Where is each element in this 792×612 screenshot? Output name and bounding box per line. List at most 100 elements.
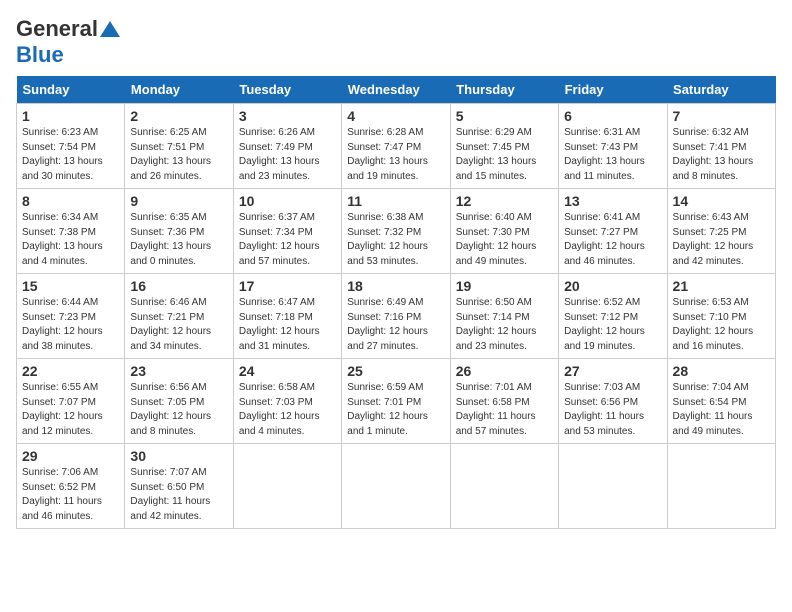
calendar-cell: 17 Sunrise: 6:47 AMSunset: 7:18 PMDaylig…: [233, 274, 341, 359]
day-info: Sunrise: 6:50 AMSunset: 7:14 PMDaylight:…: [456, 296, 553, 354]
day-number: 14: [673, 193, 770, 209]
calendar-cell: 1 Sunrise: 6:23 AMSunset: 7:54 PMDayligh…: [17, 104, 125, 189]
col-header-saturday: Saturday: [667, 76, 775, 104]
calendar-cell: 3 Sunrise: 6:26 AMSunset: 7:49 PMDayligh…: [233, 104, 341, 189]
calendar-cell: 25 Sunrise: 6:59 AMSunset: 7:01 PMDaylig…: [342, 359, 450, 444]
calendar-cell: 24 Sunrise: 6:58 AMSunset: 7:03 PMDaylig…: [233, 359, 341, 444]
day-number: 1: [22, 108, 119, 124]
calendar-cell: 5 Sunrise: 6:29 AMSunset: 7:45 PMDayligh…: [450, 104, 558, 189]
col-header-sunday: Sunday: [17, 76, 125, 104]
week-row-2: 8 Sunrise: 6:34 AMSunset: 7:38 PMDayligh…: [17, 189, 776, 274]
day-number: 13: [564, 193, 661, 209]
day-number: 20: [564, 278, 661, 294]
day-info: Sunrise: 6:23 AMSunset: 7:54 PMDaylight:…: [22, 126, 119, 184]
day-info: Sunrise: 6:44 AMSunset: 7:23 PMDaylight:…: [22, 296, 119, 354]
header: General Blue: [16, 16, 776, 68]
logo-general: General: [16, 16, 98, 42]
day-number: 11: [347, 193, 444, 209]
calendar-cell: [233, 444, 341, 529]
day-number: 26: [456, 363, 553, 379]
day-number: 18: [347, 278, 444, 294]
week-row-5: 29 Sunrise: 7:06 AMSunset: 6:52 PMDaylig…: [17, 444, 776, 529]
day-number: 27: [564, 363, 661, 379]
calendar-table: SundayMondayTuesdayWednesdayThursdayFrid…: [16, 76, 776, 529]
day-number: 24: [239, 363, 336, 379]
calendar-cell: 23 Sunrise: 6:56 AMSunset: 7:05 PMDaylig…: [125, 359, 233, 444]
calendar-cell: 6 Sunrise: 6:31 AMSunset: 7:43 PMDayligh…: [559, 104, 667, 189]
day-info: Sunrise: 7:07 AMSunset: 6:50 PMDaylight:…: [130, 466, 227, 524]
day-info: Sunrise: 7:04 AMSunset: 6:54 PMDaylight:…: [673, 381, 770, 439]
day-number: 10: [239, 193, 336, 209]
calendar-cell: 19 Sunrise: 6:50 AMSunset: 7:14 PMDaylig…: [450, 274, 558, 359]
calendar-cell: 9 Sunrise: 6:35 AMSunset: 7:36 PMDayligh…: [125, 189, 233, 274]
day-number: 21: [673, 278, 770, 294]
day-info: Sunrise: 6:58 AMSunset: 7:03 PMDaylight:…: [239, 381, 336, 439]
day-info: Sunrise: 6:52 AMSunset: 7:12 PMDaylight:…: [564, 296, 661, 354]
day-number: 25: [347, 363, 444, 379]
day-number: 5: [456, 108, 553, 124]
day-info: Sunrise: 6:32 AMSunset: 7:41 PMDaylight:…: [673, 126, 770, 184]
calendar-cell: 29 Sunrise: 7:06 AMSunset: 6:52 PMDaylig…: [17, 444, 125, 529]
col-header-friday: Friday: [559, 76, 667, 104]
day-info: Sunrise: 6:35 AMSunset: 7:36 PMDaylight:…: [130, 211, 227, 269]
day-info: Sunrise: 6:56 AMSunset: 7:05 PMDaylight:…: [130, 381, 227, 439]
day-info: Sunrise: 6:41 AMSunset: 7:27 PMDaylight:…: [564, 211, 661, 269]
day-info: Sunrise: 7:03 AMSunset: 6:56 PMDaylight:…: [564, 381, 661, 439]
day-number: 12: [456, 193, 553, 209]
day-info: Sunrise: 7:01 AMSunset: 6:58 PMDaylight:…: [456, 381, 553, 439]
calendar-cell: 7 Sunrise: 6:32 AMSunset: 7:41 PMDayligh…: [667, 104, 775, 189]
col-header-monday: Monday: [125, 76, 233, 104]
day-number: 22: [22, 363, 119, 379]
calendar-header-row: SundayMondayTuesdayWednesdayThursdayFrid…: [17, 76, 776, 104]
day-info: Sunrise: 7:06 AMSunset: 6:52 PMDaylight:…: [22, 466, 119, 524]
day-info: Sunrise: 6:46 AMSunset: 7:21 PMDaylight:…: [130, 296, 227, 354]
calendar-cell: 21 Sunrise: 6:53 AMSunset: 7:10 PMDaylig…: [667, 274, 775, 359]
day-info: Sunrise: 6:29 AMSunset: 7:45 PMDaylight:…: [456, 126, 553, 184]
logo: General Blue: [16, 16, 120, 68]
day-info: Sunrise: 6:31 AMSunset: 7:43 PMDaylight:…: [564, 126, 661, 184]
col-header-wednesday: Wednesday: [342, 76, 450, 104]
calendar-cell: 15 Sunrise: 6:44 AMSunset: 7:23 PMDaylig…: [17, 274, 125, 359]
calendar-cell: [342, 444, 450, 529]
day-info: Sunrise: 6:28 AMSunset: 7:47 PMDaylight:…: [347, 126, 444, 184]
logo-icon: [100, 21, 120, 37]
day-info: Sunrise: 6:59 AMSunset: 7:01 PMDaylight:…: [347, 381, 444, 439]
day-info: Sunrise: 6:26 AMSunset: 7:49 PMDaylight:…: [239, 126, 336, 184]
calendar-cell: 14 Sunrise: 6:43 AMSunset: 7:25 PMDaylig…: [667, 189, 775, 274]
calendar-cell: [559, 444, 667, 529]
day-number: 28: [673, 363, 770, 379]
day-number: 23: [130, 363, 227, 379]
col-header-tuesday: Tuesday: [233, 76, 341, 104]
calendar-cell: 22 Sunrise: 6:55 AMSunset: 7:07 PMDaylig…: [17, 359, 125, 444]
day-info: Sunrise: 6:43 AMSunset: 7:25 PMDaylight:…: [673, 211, 770, 269]
calendar-cell: 18 Sunrise: 6:49 AMSunset: 7:16 PMDaylig…: [342, 274, 450, 359]
calendar-cell: [450, 444, 558, 529]
day-number: 3: [239, 108, 336, 124]
day-number: 8: [22, 193, 119, 209]
day-number: 30: [130, 448, 227, 464]
day-info: Sunrise: 6:53 AMSunset: 7:10 PMDaylight:…: [673, 296, 770, 354]
week-row-3: 15 Sunrise: 6:44 AMSunset: 7:23 PMDaylig…: [17, 274, 776, 359]
calendar-cell: 20 Sunrise: 6:52 AMSunset: 7:12 PMDaylig…: [559, 274, 667, 359]
day-number: 29: [22, 448, 119, 464]
day-number: 15: [22, 278, 119, 294]
calendar-cell: 16 Sunrise: 6:46 AMSunset: 7:21 PMDaylig…: [125, 274, 233, 359]
day-info: Sunrise: 6:55 AMSunset: 7:07 PMDaylight:…: [22, 381, 119, 439]
day-info: Sunrise: 6:40 AMSunset: 7:30 PMDaylight:…: [456, 211, 553, 269]
day-number: 19: [456, 278, 553, 294]
calendar-cell: 4 Sunrise: 6:28 AMSunset: 7:47 PMDayligh…: [342, 104, 450, 189]
calendar-cell: 13 Sunrise: 6:41 AMSunset: 7:27 PMDaylig…: [559, 189, 667, 274]
calendar-cell: 28 Sunrise: 7:04 AMSunset: 6:54 PMDaylig…: [667, 359, 775, 444]
calendar-cell: 27 Sunrise: 7:03 AMSunset: 6:56 PMDaylig…: [559, 359, 667, 444]
calendar-cell: 11 Sunrise: 6:38 AMSunset: 7:32 PMDaylig…: [342, 189, 450, 274]
day-number: 17: [239, 278, 336, 294]
col-header-thursday: Thursday: [450, 76, 558, 104]
calendar-cell: 30 Sunrise: 7:07 AMSunset: 6:50 PMDaylig…: [125, 444, 233, 529]
day-info: Sunrise: 6:34 AMSunset: 7:38 PMDaylight:…: [22, 211, 119, 269]
day-number: 16: [130, 278, 227, 294]
day-number: 7: [673, 108, 770, 124]
day-info: Sunrise: 6:49 AMSunset: 7:16 PMDaylight:…: [347, 296, 444, 354]
day-number: 2: [130, 108, 227, 124]
calendar-cell: 8 Sunrise: 6:34 AMSunset: 7:38 PMDayligh…: [17, 189, 125, 274]
week-row-1: 1 Sunrise: 6:23 AMSunset: 7:54 PMDayligh…: [17, 104, 776, 189]
